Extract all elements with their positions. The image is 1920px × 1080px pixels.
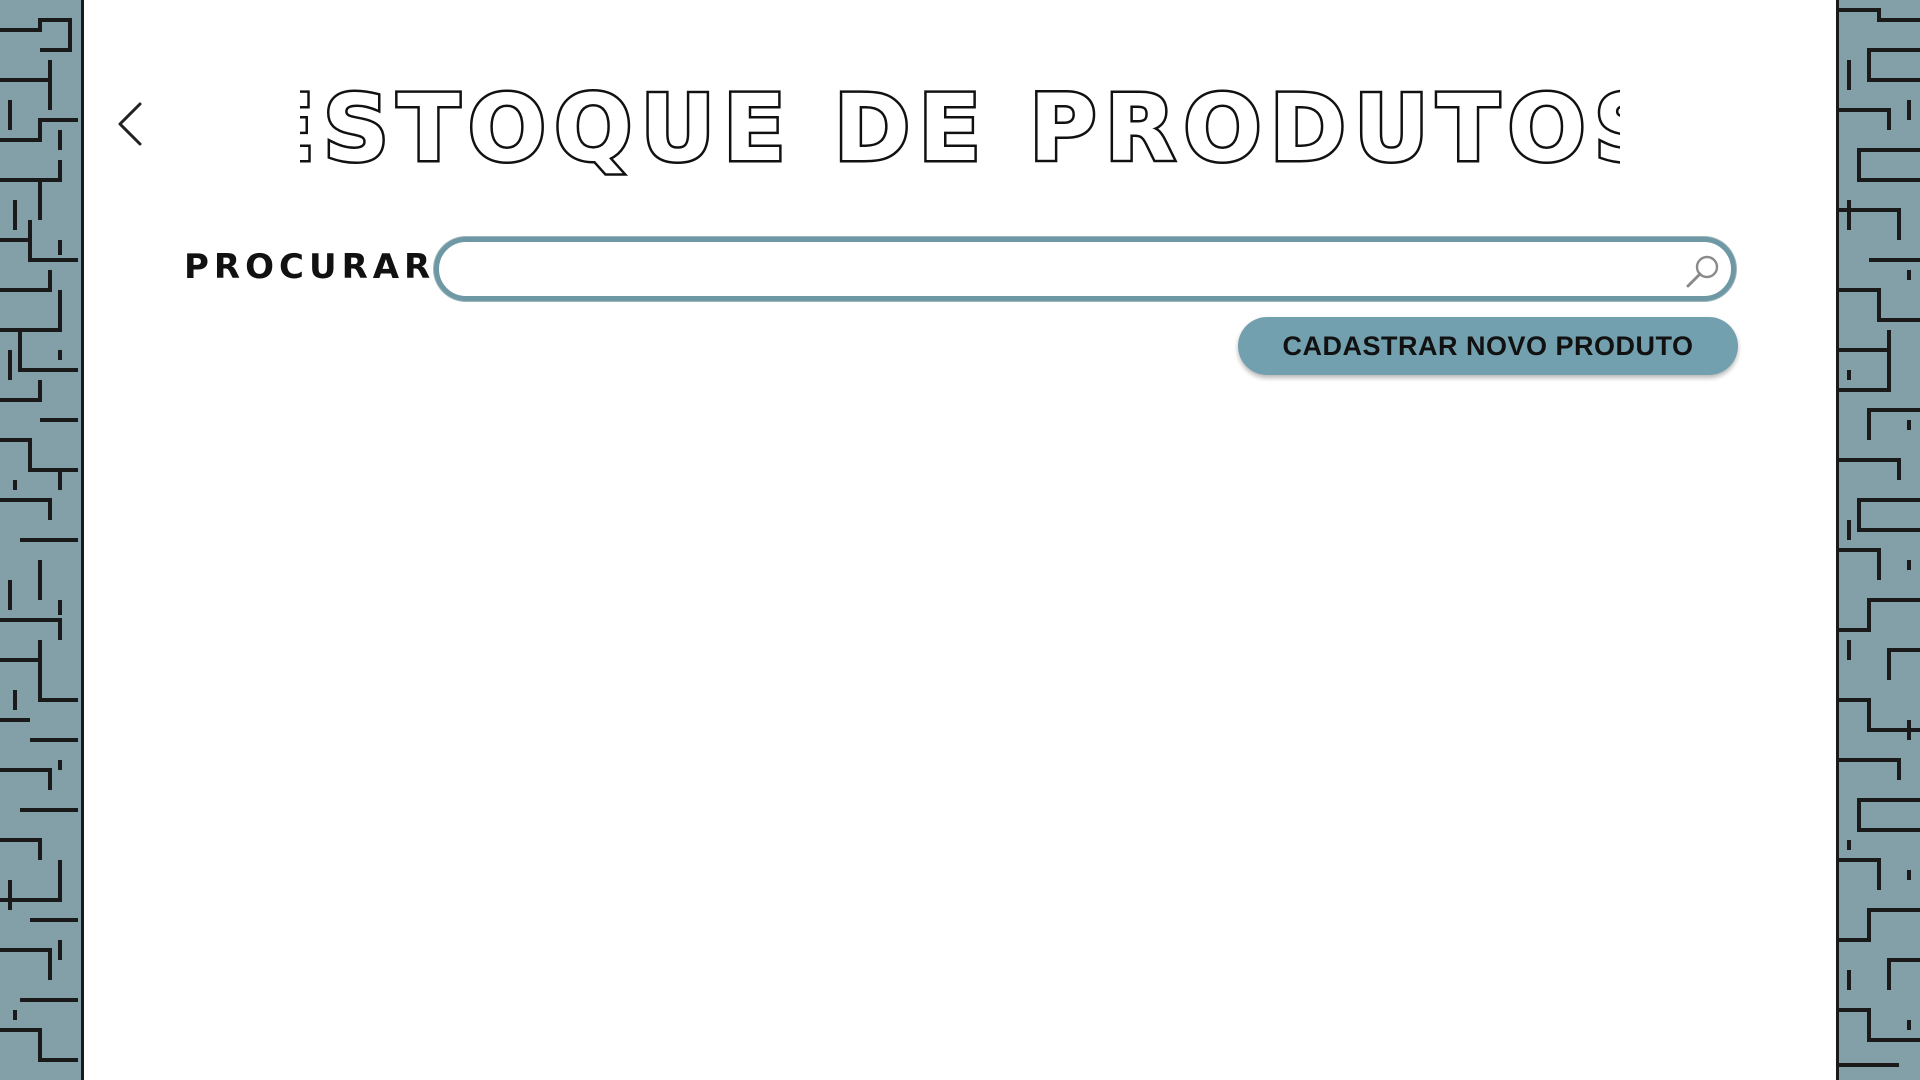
back-button[interactable] xyxy=(110,96,154,152)
add-product-button[interactable]: CADASTRAR NOVO PRODUTO xyxy=(1238,317,1738,375)
page-title: ESTOQUE DE PRODUTOS xyxy=(300,72,1620,183)
page-title-text: ESTOQUE DE PRODUTOS xyxy=(300,75,1620,182)
search-input[interactable] xyxy=(463,250,1657,290)
left-decorative-border xyxy=(0,0,84,1080)
right-decorative-border xyxy=(1836,0,1920,1080)
search-label: PROCURAR: xyxy=(184,247,454,287)
inventory-page: ESTOQUE DE PRODUTOS PROCURAR: CADASTRAR … xyxy=(0,0,1920,1080)
search-box[interactable] xyxy=(434,237,1736,301)
chevron-left-icon xyxy=(118,102,142,146)
search-icon[interactable] xyxy=(1683,252,1723,292)
